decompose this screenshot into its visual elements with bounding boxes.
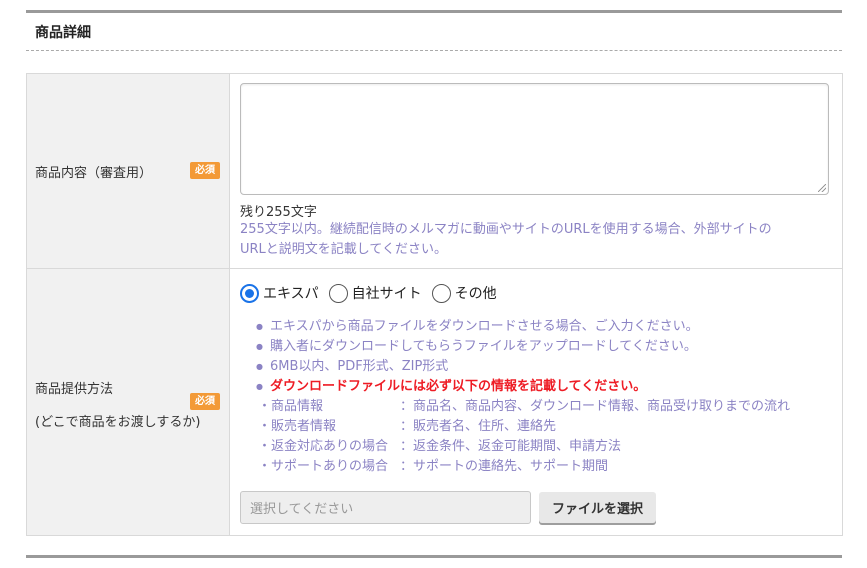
sub-item: ・商品情報 ：商品名、商品内容、ダウンロード情報、商品受け取りまでの流れ <box>258 399 791 414</box>
file-name-field[interactable]: 選択してください <box>240 491 531 524</box>
radio-unchecked-icon[interactable] <box>431 283 451 303</box>
radio-checked-icon[interactable] <box>240 283 259 303</box>
note-item: エキスパから商品ファイルをダウンロードさせる場合、ご入力ください。 <box>256 317 832 337</box>
sub-item: ・サポートありの場合 ：サポートの連絡先、サポート期間 <box>258 459 609 474</box>
remaining-chars: 残り255文字 <box>240 205 317 220</box>
file-upload-row: 選択してください ファイルを選択 <box>240 491 832 524</box>
required-badge: 必須 <box>190 162 220 179</box>
note-item: 6MB以内、PDF形式、ZIP形式 <box>256 357 832 377</box>
delivery-label-cell: 商品提供方法 (どこで商品をお渡しするか) 必須 <box>26 268 230 536</box>
required-badge: 必須 <box>190 393 220 410</box>
radio-label[interactable]: その他 <box>455 283 497 303</box>
description-row: 商品内容（審査用） 必須 残り255文字 255文字以内。継続配信時のメルマガに… <box>26 73 843 269</box>
section-divider <box>26 50 842 51</box>
resize-grip-icon[interactable] <box>818 184 826 192</box>
radio-own-site[interactable]: 自社サイト <box>328 283 422 303</box>
delivery-notes: エキスパから商品ファイルをダウンロードさせる場合、ご入力ください。 購入者にダウ… <box>240 317 832 397</box>
radio-other[interactable]: その他 <box>431 283 497 303</box>
sub-item: ・販売者情報 ：販売者名、住所、連絡先 <box>258 419 557 434</box>
section-top-rule <box>26 10 842 13</box>
section-title: 商品詳細 <box>35 25 91 41</box>
choose-file-button[interactable]: ファイルを選択 <box>539 492 657 523</box>
product-detail-form: 商品内容（審査用） 必須 残り255文字 255文字以内。継続配信時のメルマガに… <box>26 73 843 536</box>
description-help-2: URLと説明文を記載してください。 <box>240 242 448 257</box>
description-field-cell: 残り255文字 255文字以内。継続配信時のメルマガに動画やサイトのURLを使用… <box>229 73 843 269</box>
radio-expa[interactable]: エキスパ <box>240 283 319 303</box>
delivery-row: 商品提供方法 (どこで商品をお渡しするか) 必須 エキスパ 自社サイト その他 <box>26 268 843 536</box>
note-warning: ダウンロードファイルには必ず以下の情報を記載してください。 <box>256 377 832 397</box>
description-label: 商品内容（審査用） <box>35 165 153 181</box>
delivery-radio-group: エキスパ 自社サイト その他 <box>240 283 832 303</box>
note-item: 購入者にダウンロードしてもらうファイルをアップロードしてください。 <box>256 337 832 357</box>
radio-label[interactable]: エキスパ <box>263 283 319 303</box>
section-bottom-rule <box>26 555 842 558</box>
description-textarea[interactable] <box>240 83 829 195</box>
delivery-label-sub: (どこで商品をお渡しするか) <box>35 415 201 430</box>
radio-unchecked-icon[interactable] <box>328 283 348 303</box>
sub-item: ・返金対応ありの場合 ：返金条件、返金可能期間、申請方法 <box>258 439 622 454</box>
description-help-1: 255文字以内。継続配信時のメルマガに動画やサイトのURLを使用する場合、外部サ… <box>240 222 772 237</box>
delivery-field-cell: エキスパ 自社サイト その他 エキスパから商品ファイルをダウンロードさせる場合、… <box>229 268 843 536</box>
radio-label[interactable]: 自社サイト <box>352 283 422 303</box>
description-label-cell: 商品内容（審査用） 必須 <box>26 73 230 269</box>
